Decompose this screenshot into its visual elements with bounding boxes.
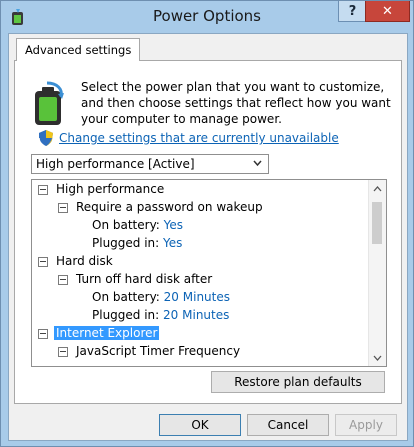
collapse-toggle-icon[interactable]	[58, 347, 68, 357]
setting-label: On battery:	[92, 290, 160, 304]
tree-setting-password-plugged-in[interactable]: Plugged in: Yes	[92, 234, 182, 252]
tree-node-hard-disk[interactable]: Hard disk	[38, 252, 113, 270]
scroll-down-button[interactable]	[369, 349, 386, 366]
tab-advanced-settings[interactable]: Advanced settings	[16, 38, 141, 61]
scroll-thumb[interactable]	[372, 202, 382, 244]
help-button[interactable]: ?	[338, 1, 367, 22]
ok-button[interactable]: OK	[159, 414, 241, 436]
collapse-toggle-icon[interactable]	[38, 329, 48, 339]
tree-label: JavaScript Timer Frequency	[76, 344, 241, 358]
advanced-settings-panel: Select the power plan that you want to c…	[14, 60, 402, 404]
tree-label-selected: Internet Explorer	[54, 326, 160, 340]
setting-value[interactable]: Yes	[163, 236, 182, 250]
cancel-button[interactable]: Cancel	[247, 414, 329, 436]
tree-label: Hard disk	[56, 254, 113, 268]
title-bar[interactable]: Power Options ? ✕	[1, 1, 413, 33]
tree-setting-password-on-battery[interactable]: On battery: Yes	[92, 216, 183, 234]
power-plan-select[interactable]: High performance [Active]	[31, 154, 269, 174]
setting-value[interactable]: Yes	[164, 218, 183, 232]
uac-shield-icon	[39, 130, 53, 146]
setting-label: Plugged in:	[92, 308, 160, 322]
change-unavailable-settings-link[interactable]: Change settings that are currently unava…	[59, 131, 339, 145]
tree-label: High performance	[56, 182, 165, 196]
tree-node-require-password[interactable]: Require a password on wakeup	[58, 198, 263, 216]
tree-setting-disk-on-battery[interactable]: On battery: 20 Minutes	[92, 288, 230, 306]
setting-value[interactable]: 20 Minutes	[164, 290, 230, 304]
close-button[interactable]: ✕	[365, 1, 410, 22]
dialog-client-area: Advanced settings Select the power plan …	[8, 33, 408, 441]
power-battery-icon	[35, 81, 64, 125]
settings-tree[interactable]: High performance Require a password on w…	[31, 179, 387, 367]
tree-node-high-performance[interactable]: High performance	[38, 180, 164, 198]
tree-node-internet-explorer[interactable]: Internet Explorer	[38, 324, 160, 342]
plan-description: Select the power plan that you want to c…	[81, 80, 391, 126]
setting-label: On battery:	[92, 218, 160, 232]
tree-node-turn-off-disk[interactable]: Turn off hard disk after	[58, 270, 212, 288]
chevron-down-icon	[373, 355, 382, 361]
chevron-down-icon	[253, 160, 262, 167]
collapse-toggle-icon[interactable]	[38, 257, 48, 267]
collapse-toggle-icon[interactable]	[58, 203, 68, 213]
apply-button[interactable]: Apply	[335, 414, 397, 436]
scroll-up-button[interactable]	[369, 180, 386, 197]
collapse-toggle-icon[interactable]	[58, 275, 68, 285]
collapse-toggle-icon[interactable]	[38, 185, 48, 195]
setting-label: Plugged in:	[92, 236, 160, 250]
tree-node-js-timer[interactable]: JavaScript Timer Frequency	[58, 342, 240, 360]
restore-plan-defaults-button[interactable]: Restore plan defaults	[211, 371, 385, 393]
tree-label: Require a password on wakeup	[76, 200, 263, 214]
tree-setting-disk-plugged-in[interactable]: Plugged in: 20 Minutes	[92, 306, 229, 324]
power-plan-selected-value: High performance [Active]	[36, 157, 195, 171]
tree-label: Turn off hard disk after	[76, 272, 213, 286]
power-options-window: Power Options ? ✕ Advanced settings Sele…	[0, 0, 414, 447]
setting-value[interactable]: 20 Minutes	[163, 308, 229, 322]
tree-scrollbar[interactable]	[368, 180, 386, 366]
chevron-up-icon	[373, 185, 382, 191]
